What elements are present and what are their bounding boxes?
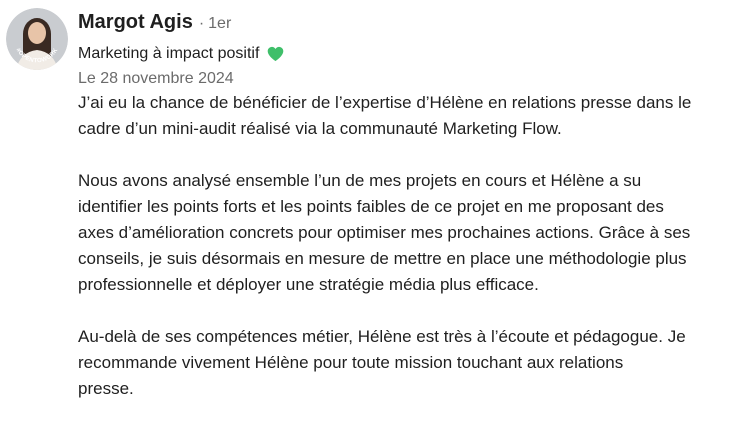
recommendation-text: J’ai eu la chance de bénéficier de l’exp… (78, 90, 738, 402)
green-heart-icon (267, 46, 284, 62)
connection-degree: 1er (208, 15, 232, 32)
author-headline: Marketing à impact positif (78, 45, 260, 62)
text-line: identifier les points forts et les point… (78, 197, 664, 216)
text-line: professionnelle et déployer une stratégi… (78, 275, 539, 294)
paragraph-2: Nous avons analysé ensemble l’un de mes … (78, 168, 738, 298)
text-line: Au-delà de ses compétences métier, Hélèn… (78, 327, 686, 346)
text-line: conseils, je suis désormais en mesure de… (78, 249, 687, 268)
text-line: cadre d’un mini-audit réalisé via la com… (78, 119, 562, 138)
text-line: axes d’amélioration concrets pour optimi… (78, 223, 691, 242)
text-line: Nous avons analysé ensemble l’un de mes … (78, 171, 642, 190)
author-name-row: Margot Agis · 1er (78, 11, 738, 39)
author-avatar[interactable]: #OPENTOWORK (6, 8, 68, 70)
text-line: recommande vivement Hélène pour toute mi… (78, 353, 624, 372)
avatar-image: #OPENTOWORK (6, 8, 68, 70)
author-headline-row: Marketing à impact positif (78, 42, 738, 66)
paragraph-3: Au-delà de ses compétences métier, Hélèn… (78, 324, 738, 402)
text-line: J’ai eu la chance de bénéficier de l’exp… (78, 93, 692, 112)
separator-dot: · (198, 15, 205, 32)
paragraph-1: J’ai eu la chance de bénéficier de l’exp… (78, 90, 738, 142)
author-name-link[interactable]: Margot Agis (78, 11, 193, 34)
recommendation-card: #OPENTOWORK Margot Agis · 1er Marketing … (0, 0, 750, 400)
text-line: presse. (78, 379, 134, 398)
recommendation-date: Le 28 novembre 2024 (78, 70, 234, 87)
recommendation-content: Margot Agis · 1er Marketing à impact pos… (78, 0, 738, 428)
